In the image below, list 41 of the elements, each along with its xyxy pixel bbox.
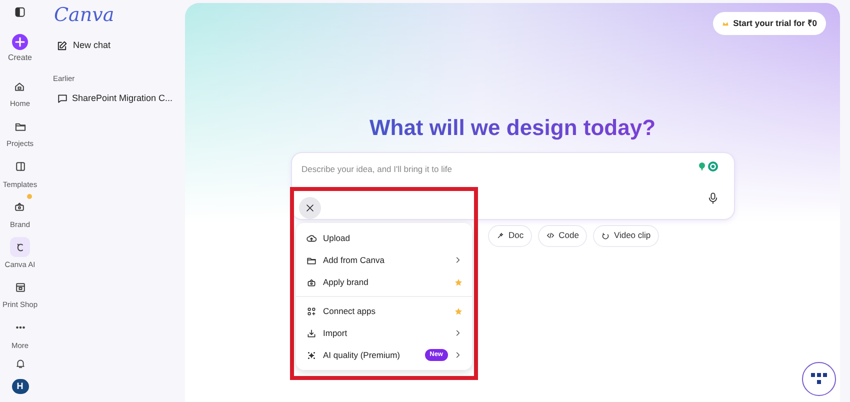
- star-icon: [455, 278, 462, 286]
- canva-logo[interactable]: Canva: [54, 6, 173, 25]
- chevron-right-icon: [454, 256, 462, 264]
- refresh-icon: [600, 231, 610, 240]
- download-icon: [306, 328, 317, 338]
- chat-icon: [57, 93, 68, 104]
- menu-item[interactable]: Upload: [296, 227, 472, 249]
- menu-item[interactable]: Connect apps: [296, 300, 472, 322]
- prompt-field[interactable]: Describe your idea, and I'll bring it to life: [302, 162, 682, 176]
- trial-button[interactable]: Start your trial for ₹0: [713, 12, 826, 35]
- suggestion-chip[interactable]: Video clip: [592, 224, 659, 246]
- suggestion-chip[interactable]: Code: [538, 224, 587, 246]
- menu-item[interactable]: Apply brand: [296, 271, 472, 293]
- grid-dots-icon: [811, 373, 827, 385]
- create-label[interactable]: Create: [8, 52, 32, 64]
- edit-icon: [56, 40, 68, 52]
- star-icon: [455, 308, 462, 314]
- crown-icon: [722, 20, 730, 27]
- help-button[interactable]: [802, 362, 836, 396]
- new-chat-button[interactable]: New chat: [56, 39, 173, 52]
- nav-icon-button[interactable]: [10, 237, 30, 258]
- avatar[interactable]: H: [12, 379, 28, 394]
- menu-item[interactable]: Add from Canva: [296, 249, 472, 271]
- plus-icon[interactable]: [12, 34, 28, 50]
- layout-icon: [14, 160, 26, 174]
- chevron-right-icon: [454, 329, 462, 337]
- menu-item[interactable]: Import: [296, 322, 472, 344]
- sidebar-toggle-icon[interactable]: [13, 6, 27, 18]
- suggestion-chip[interactable]: Doc: [488, 224, 532, 246]
- chat-item[interactable]: SharePoint Migration C...: [57, 92, 173, 106]
- bell-icon[interactable]: [14, 358, 26, 370]
- extension-icon[interactable]: [696, 160, 718, 172]
- close-icon: [305, 203, 315, 213]
- storefront-icon: [14, 280, 26, 294]
- apps-icon: [306, 306, 317, 316]
- sparkle-icon: [306, 350, 317, 360]
- microphone-icon[interactable]: [706, 190, 718, 204]
- chevron-right-icon: [454, 351, 462, 359]
- wand-icon: [496, 231, 504, 240]
- cloud-upload-icon: [306, 232, 317, 244]
- code-icon: [546, 231, 555, 240]
